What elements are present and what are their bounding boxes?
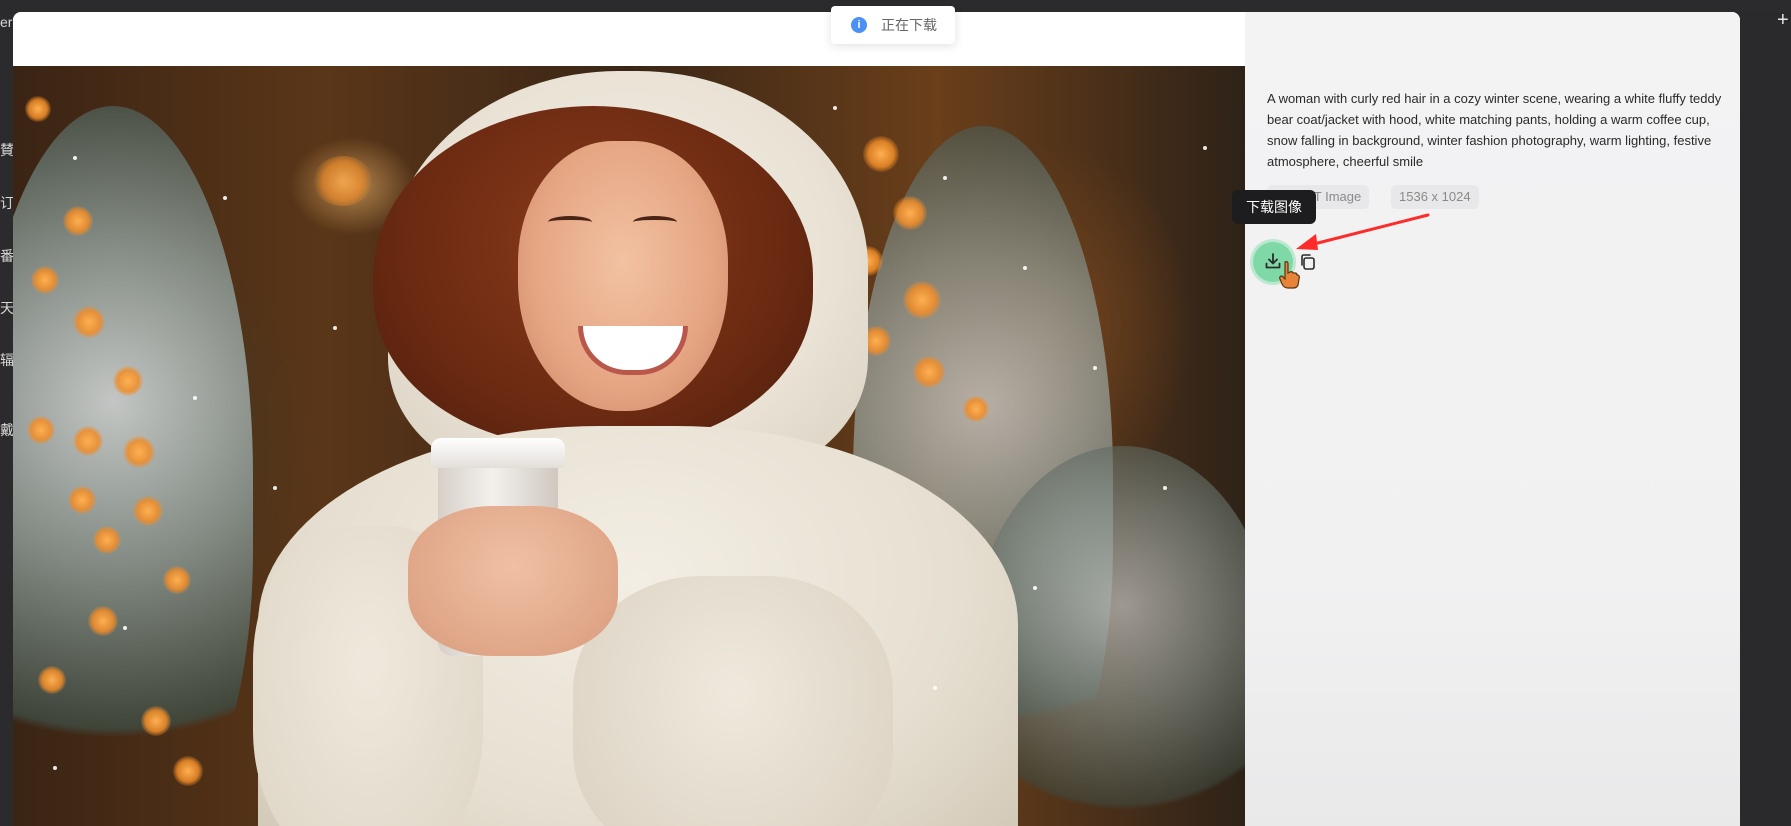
menu-fragment: er [0, 14, 13, 30]
downloading-toast: i 正在下载 [831, 6, 955, 44]
snowflake [223, 196, 227, 200]
bokeh-light [963, 396, 989, 422]
menu-fragment[interactable]: 賛 [0, 140, 14, 160]
snowflake [943, 176, 947, 180]
menu-fragment[interactable]: 戴 [0, 420, 14, 440]
bokeh-light [133, 496, 163, 526]
bokeh-light [73, 306, 105, 338]
snowflake [53, 766, 57, 770]
snowflake [123, 626, 127, 630]
red-arrow-annotation [1296, 213, 1430, 250]
snowflake [1163, 486, 1167, 490]
bokeh-light [38, 666, 66, 694]
snowflake [1033, 586, 1037, 590]
bokeh-light [313, 156, 373, 206]
snowflake [73, 156, 77, 160]
eye [548, 216, 592, 228]
bokeh-light [113, 366, 143, 396]
bokeh-light [173, 756, 203, 786]
image-preview-modal: A woman with curly red hair in a cozy wi… [13, 12, 1740, 826]
info-icon: i [851, 17, 867, 33]
prompt-text: A woman with curly red hair in a cozy wi… [1267, 91, 1722, 169]
image-header [13, 12, 1245, 66]
bokeh-light [31, 266, 59, 294]
bokeh-light [893, 196, 927, 230]
generated-image [13, 66, 1245, 826]
snowflake [193, 396, 197, 400]
toast-message: 正在下载 [881, 17, 937, 33]
bokeh-light [63, 206, 93, 236]
hands [408, 506, 618, 656]
snowflake [333, 326, 337, 330]
eye [633, 216, 677, 228]
bokeh-light [863, 136, 899, 172]
plus-icon[interactable]: + [1777, 10, 1791, 30]
image-info-panel: A woman with curly red hair in a cozy wi… [1245, 12, 1740, 826]
copy-icon[interactable] [1298, 252, 1318, 272]
left-app-edge [0, 0, 14, 826]
bokeh-light [88, 606, 118, 636]
bokeh-light [68, 486, 96, 514]
bokeh-light [27, 416, 55, 444]
bokeh-light [123, 436, 155, 468]
snowflake [273, 486, 277, 490]
pointer-hand-icon [1279, 261, 1300, 289]
snowflake [933, 686, 937, 690]
bokeh-light [73, 426, 103, 456]
coffee-cup-lid [431, 438, 565, 468]
bokeh-light [93, 526, 121, 554]
snowflake [1023, 266, 1027, 270]
menu-fragment[interactable]: 天 [0, 298, 14, 318]
snowflake [833, 106, 837, 110]
menu-fragment[interactable]: 辐 [0, 350, 14, 370]
size-tag: 1536 x 1024 [1391, 185, 1479, 209]
menu-fragment[interactable]: 番 [0, 246, 14, 266]
menu-fragment[interactable]: 订 [0, 193, 14, 213]
bokeh-light [25, 96, 51, 122]
bokeh-light [141, 706, 171, 736]
bokeh-light [163, 566, 191, 594]
bokeh-light [913, 356, 945, 388]
snowflake [1203, 146, 1207, 150]
bokeh-light [903, 281, 941, 319]
coat-sleeve [573, 576, 893, 826]
snowflake [1093, 366, 1097, 370]
